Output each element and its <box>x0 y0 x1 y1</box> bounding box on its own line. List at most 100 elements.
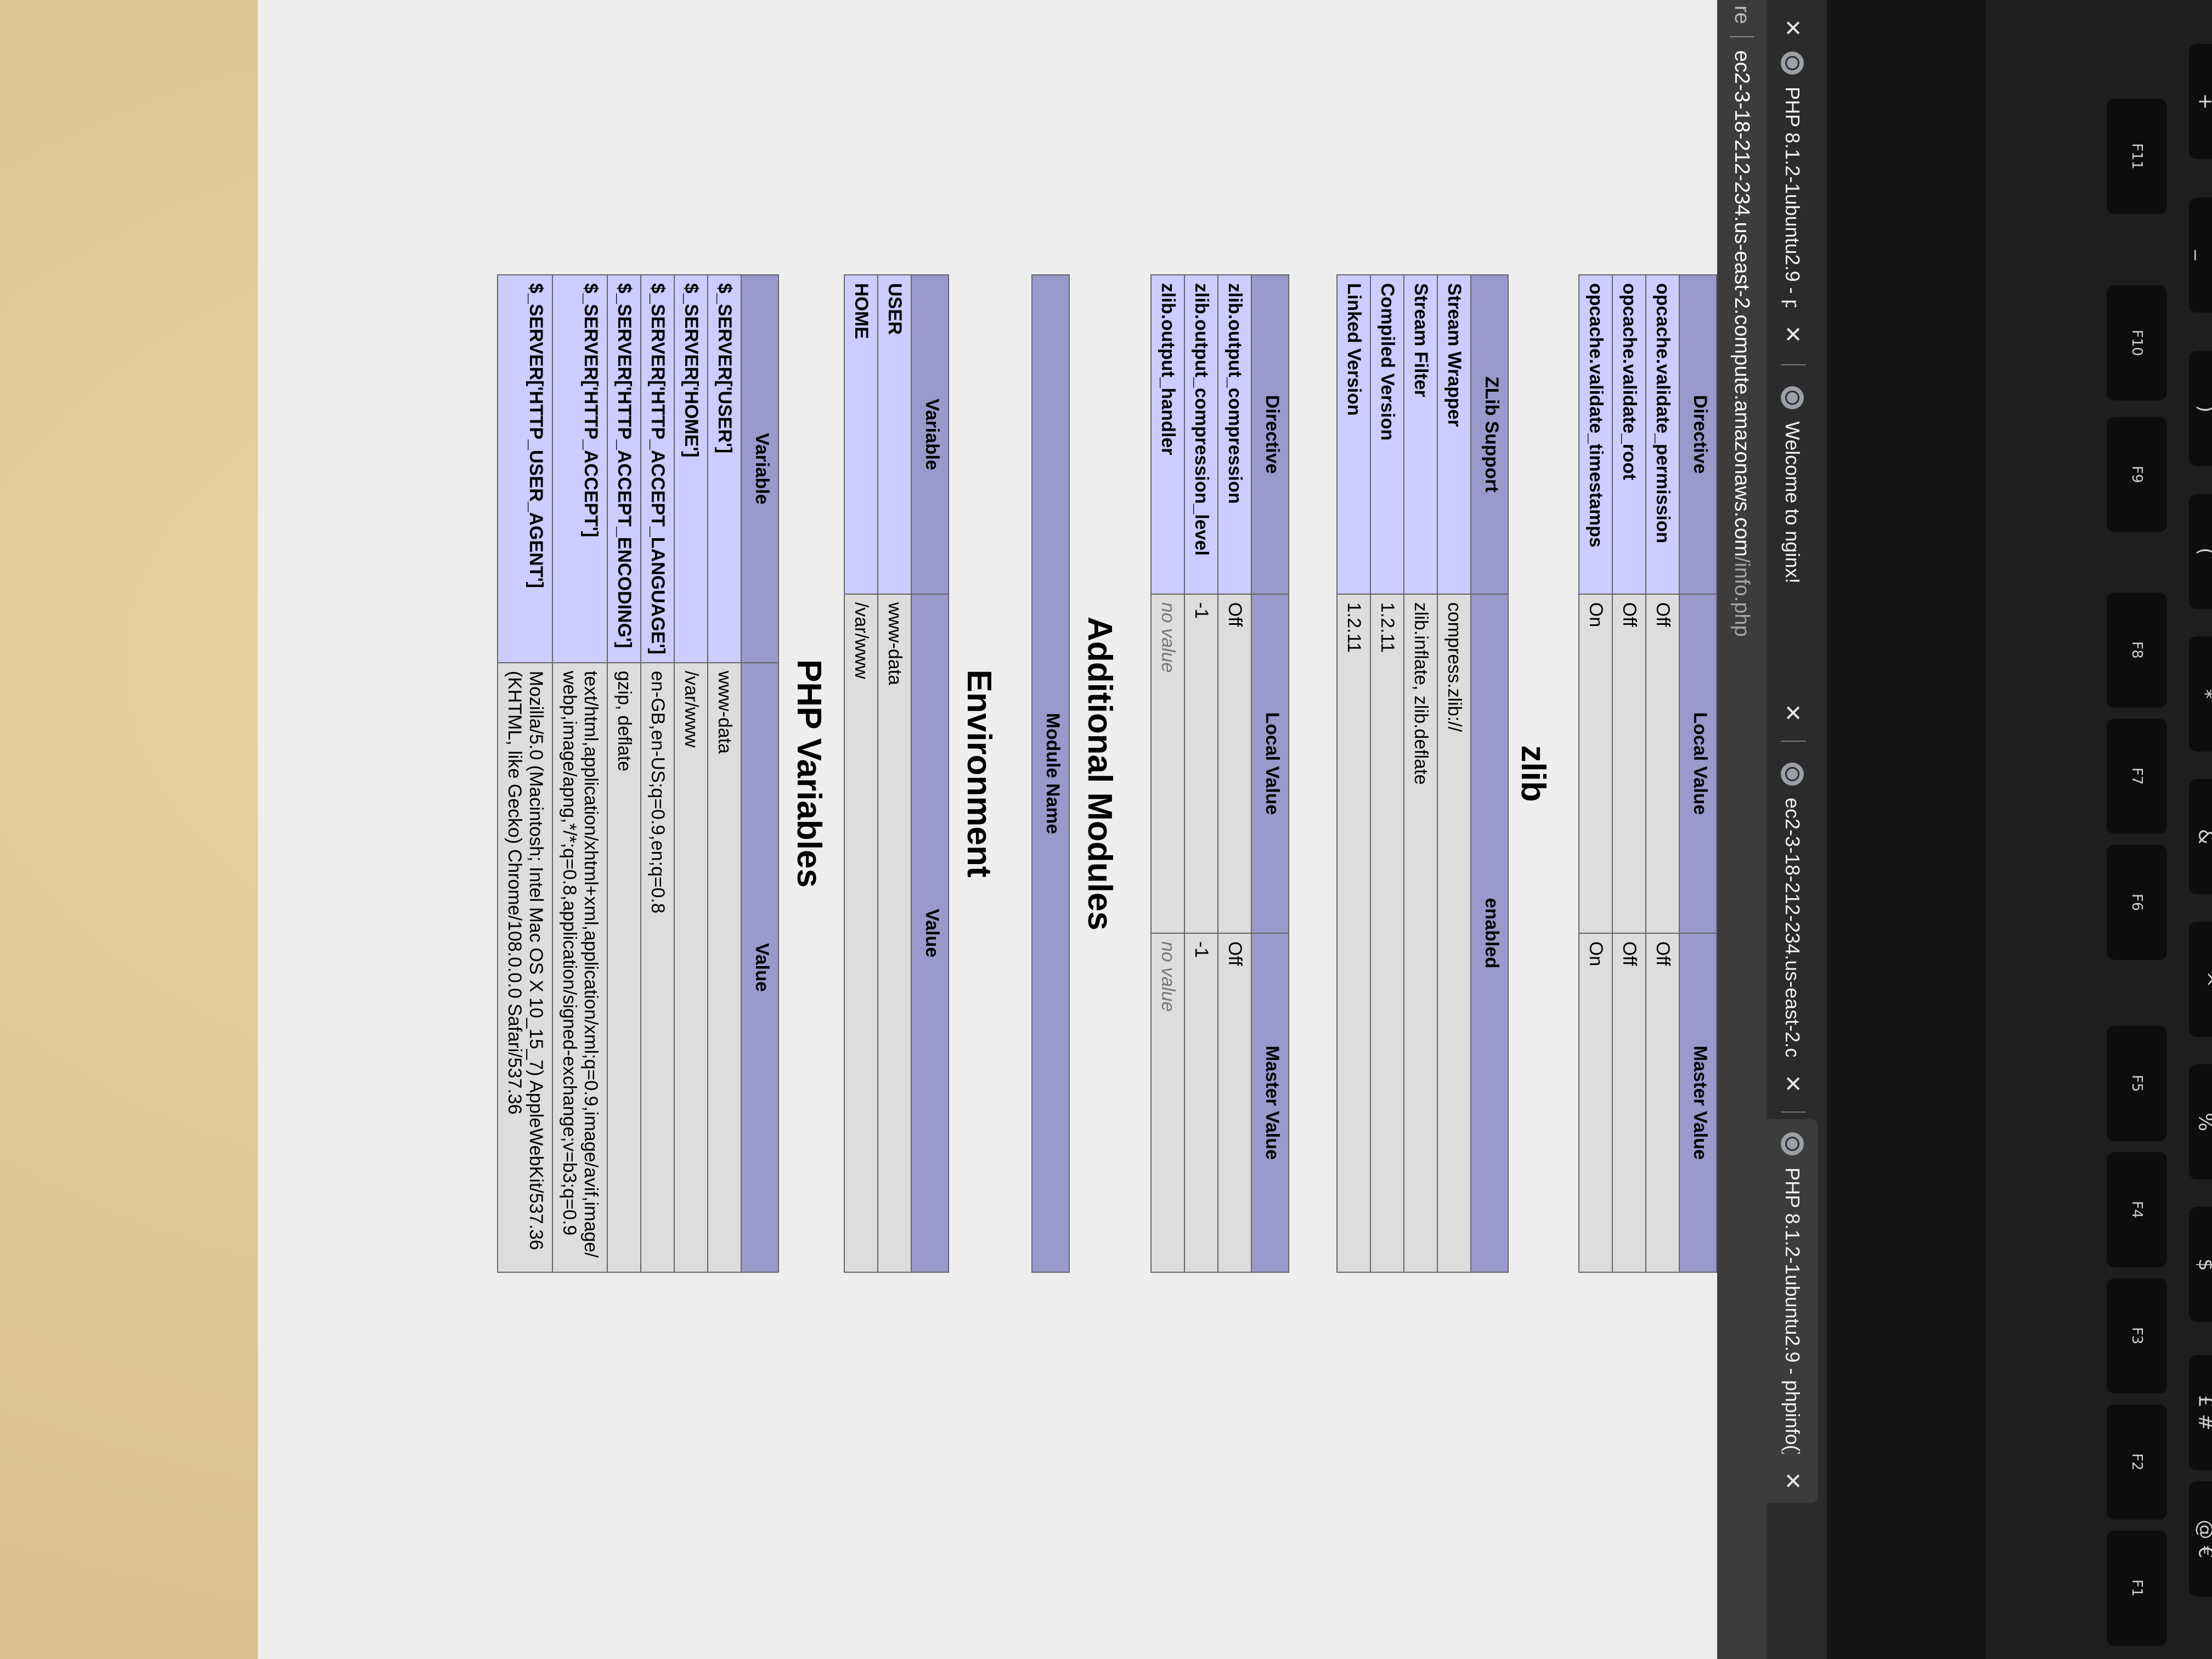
additional-modules: Module Name <box>1031 274 1070 1273</box>
tab-title: PHP 8.1.2-1ubuntu2.9 - phpinfo() <box>1781 1167 1804 1454</box>
column-header: Value <box>911 594 949 1272</box>
master-value: Off <box>1218 933 1251 1272</box>
php-variable: $_SERVER['HTTP_ACCEPT'] <box>552 275 607 663</box>
key-underscore[interactable]: _ <box>2189 198 2212 313</box>
directive-name: zlib.output_compression_level <box>1184 275 1218 594</box>
table-row: zlib.output_compression Off Off <box>1218 275 1251 1272</box>
environment-table: Variable Value USER www-data HOME /var/w… <box>844 274 949 1273</box>
support-key: Compiled Version <box>1370 275 1404 594</box>
support-key: Stream Wrapper <box>1437 275 1471 594</box>
key-open-paren[interactable]: ( <box>2189 494 2212 609</box>
php-variables-table: Variable Value $_SERVER['USER'] www-data… <box>497 274 779 1273</box>
globe-icon <box>1781 1132 1804 1155</box>
key-f5[interactable]: F5 <box>2107 1026 2167 1141</box>
directive-name: zlib.output_compression <box>1218 275 1251 594</box>
column-header: Directive <box>1679 275 1717 594</box>
local-value: Off <box>1646 594 1679 933</box>
close-icon[interactable]: ✕ <box>1780 1471 1805 1490</box>
directive-name: zlib.output_handler <box>1151 275 1184 594</box>
local-value: no value <box>1151 594 1184 933</box>
url-path[interactable]: /info.php <box>1730 557 1754 637</box>
support-value: zlib.inflate, zlib.deflate <box>1404 594 1437 1272</box>
master-value: -1 <box>1184 933 1218 1272</box>
table-row: zlib.output_handler no value no value <box>1151 275 1184 1272</box>
column-header: Variable <box>911 275 949 594</box>
table-row: $_SERVER['HTTP_ACCEPT_ENCODING'] gzip, d… <box>607 275 641 1272</box>
key-f11[interactable]: F11 <box>2107 99 2167 214</box>
key-f9[interactable]: F9 <box>2107 417 2167 532</box>
support-value: compress.zlib:// <box>1437 594 1471 1272</box>
key-plus[interactable]: + <box>2189 44 2212 159</box>
php-value: /var/www <box>674 662 708 1272</box>
php-value: en-GB,en-US;q=0.9,en;q=0.8 <box>641 662 674 1272</box>
tab-phpinfo-active[interactable]: PHP 8.1.2-1ubuntu2.9 - phpinfo() ✕ <box>1767 1119 1818 1503</box>
zlib-directive-table: Directive Local Value Master Value zlib.… <box>1150 274 1289 1273</box>
close-icon[interactable]: ✕ <box>1780 19 1805 37</box>
master-value: Off <box>1612 933 1646 1272</box>
local-value: Off <box>1612 594 1646 933</box>
close-icon[interactable]: ✕ <box>1780 1074 1805 1093</box>
key-at-euro[interactable]: @ € <box>2189 1481 2212 1596</box>
php-variable: $_SERVER['HOME'] <box>674 275 708 663</box>
zlib-directives: Directive Local Value Master Value zlib.… <box>1150 274 1289 1273</box>
master-value: On <box>1579 933 1612 1272</box>
key-dollar[interactable]: $ <box>2189 1207 2212 1322</box>
column-header: enabled <box>1471 594 1508 1272</box>
tab-close-partial[interactable]: ✕ <box>1767 0 1818 37</box>
key-f4[interactable]: F4 <box>2107 1152 2167 1267</box>
url-host[interactable]: ec2-3-18-212-234.us-east-2.compute.amazo… <box>1730 50 1754 557</box>
php-variables-heading: PHP Variables <box>790 659 828 888</box>
tab-phpinfo-1[interactable]: PHP 8.1.2-1ubuntu2.9 - phpinfo() ✕ <box>1767 38 1818 357</box>
key-f3[interactable]: F3 <box>2107 1278 2167 1393</box>
close-icon[interactable]: ✕ <box>1780 325 1805 343</box>
phpinfo-page: Directive Local Value Master Value opcac… <box>258 0 1717 1659</box>
table-row: $_SERVER['HTTP_ACCEPT_LANGUAGE'] en-GB,e… <box>641 275 674 1272</box>
tab-ec2-host[interactable]: ec2-3-18-212-234.us-east-2.compute.amazo… <box>1767 749 1818 1106</box>
address-separator <box>1730 36 1754 37</box>
key-f2[interactable]: F2 <box>2107 1404 2167 1520</box>
php-value: text/html,application/xhtml+xml,applicat… <box>552 662 607 1272</box>
tab-nginx[interactable]: Welcome to nginx! ✕ <box>1767 373 1818 735</box>
globe-icon <box>1781 52 1804 75</box>
tab-title: PHP 8.1.2-1ubuntu2.9 - phpinfo() <box>1781 87 1804 308</box>
close-icon[interactable]: ✕ <box>1780 703 1805 722</box>
address-bar[interactable]: re ec2-3-18-212-234.us-east-2.compute.am… <box>1717 0 1767 1659</box>
key-f7[interactable]: F7 <box>2107 719 2167 834</box>
key-close-paren[interactable]: ) <box>2189 351 2212 466</box>
key-f8[interactable]: F8 <box>2107 592 2167 708</box>
table-row: Linked Version 1.2.11 <box>1337 275 1370 1272</box>
php-variable: $_SERVER['HTTP_USER_AGENT'] <box>498 275 552 663</box>
zlib-support-table: ZLib Support enabled Stream Wrapper comp… <box>1336 274 1509 1273</box>
key-pound-hash[interactable]: £ # <box>2189 1355 2212 1470</box>
table-row: opcache.validate_timestamps On On <box>1579 275 1612 1272</box>
column-header: Master Value <box>1251 933 1289 1272</box>
master-value: Off <box>1646 933 1679 1272</box>
modules-table: Module Name <box>1031 274 1070 1273</box>
key-f10[interactable]: F10 <box>2107 285 2167 400</box>
column-header: Variable <box>741 275 778 663</box>
php-value: www-data <box>708 662 741 1272</box>
key-percent[interactable]: % <box>2189 1064 2212 1180</box>
opcache-table: Directive Local Value Master Value opcac… <box>1578 274 1717 1273</box>
tab-separator <box>1781 364 1806 365</box>
directive-name: opcache.validate_timestamps <box>1579 275 1612 594</box>
key-f1[interactable]: F1 <box>2107 1531 2167 1646</box>
php-value: Mozilla/5.0 (Macintosh; Intel Mac OS X 1… <box>498 662 552 1272</box>
php-variable: $_SERVER['HTTP_ACCEPT_ENCODING'] <box>607 275 641 663</box>
env-variable: HOME <box>844 275 878 594</box>
address-prefix: re <box>1730 5 1754 24</box>
local-value: On <box>1579 594 1612 933</box>
table-row: $_SERVER['HTTP_USER_AGENT'] Mozilla/5.0 … <box>498 275 552 1272</box>
key-asterisk[interactable]: * <box>2189 636 2212 752</box>
key-ampersand[interactable]: & <box>2189 779 2212 894</box>
additional-modules-heading: Additional Modules <box>1081 617 1119 930</box>
support-value: 1.2.11 <box>1337 594 1370 1272</box>
table-row: Compiled Version 1.2.11 <box>1370 275 1404 1272</box>
environment: Variable Value USER www-data HOME /var/w… <box>844 274 949 1273</box>
column-header: Module Name <box>1032 275 1069 1272</box>
column-header: Local Value <box>1251 594 1289 933</box>
key-f6[interactable]: F6 <box>2107 845 2167 960</box>
key-caret[interactable]: ^ <box>2189 922 2212 1037</box>
php-variable: $_SERVER['USER'] <box>708 275 741 663</box>
zlib-heading: zlib <box>1514 745 1552 802</box>
